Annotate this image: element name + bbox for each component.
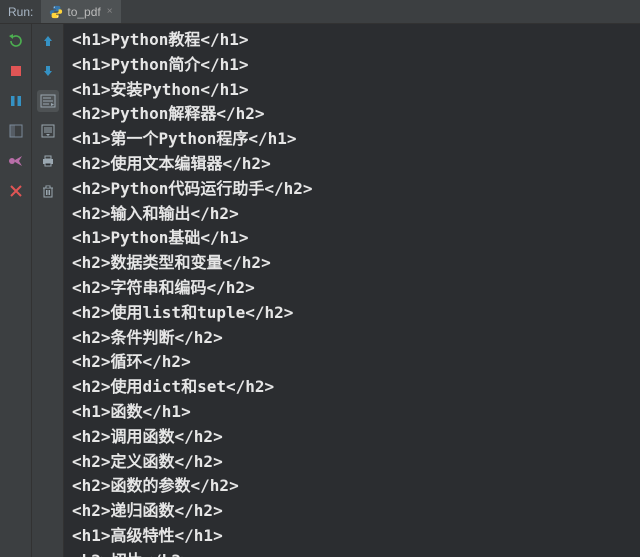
left-toolbar-1 (0, 24, 32, 557)
left-toolbar-2 (32, 24, 64, 557)
up-button[interactable] (37, 30, 59, 52)
console-output[interactable]: <h1>Python教程</h1><h1>Python简介</h1><h1>安装… (64, 24, 640, 557)
console-line: <h2>输入和输出</h2> (72, 202, 632, 227)
close-icon[interactable]: × (107, 6, 113, 17)
console-line: <h2>切片</h2> (72, 549, 632, 557)
attach-button[interactable] (5, 150, 27, 172)
python-file-icon (49, 5, 63, 19)
console-line: <h2>使用dict和set</h2> (72, 375, 632, 400)
tab-to-pdf[interactable]: to_pdf × (41, 0, 120, 23)
console-line: <h1>安装Python</h1> (72, 78, 632, 103)
layout-button[interactable] (5, 120, 27, 142)
down-button[interactable] (37, 60, 59, 82)
console-line: <h2>递归函数</h2> (72, 499, 632, 524)
console-line: <h2>调用函数</h2> (72, 425, 632, 450)
tab-bar: Run: to_pdf × (0, 0, 640, 24)
run-label: Run: (0, 5, 41, 19)
scroll-to-end-button[interactable] (37, 120, 59, 142)
console-line: <h2>Python解释器</h2> (72, 102, 632, 127)
tab-label: to_pdf (67, 5, 100, 19)
close-panel-button[interactable] (5, 180, 27, 202)
console-line: <h2>数据类型和变量</h2> (72, 251, 632, 276)
console-line: <h2>使用文本编辑器</h2> (72, 152, 632, 177)
stop-button[interactable] (5, 60, 27, 82)
console-line: <h1>Python教程</h1> (72, 28, 632, 53)
clear-all-button[interactable] (37, 180, 59, 202)
console-line: <h2>循环</h2> (72, 350, 632, 375)
console-line: <h2>Python代码运行助手</h2> (72, 177, 632, 202)
console-line: <h2>定义函数</h2> (72, 450, 632, 475)
console-line: <h1>高级特性</h1> (72, 524, 632, 549)
console-line: <h1>第一个Python程序</h1> (72, 127, 632, 152)
console-line: <h2>使用list和tuple</h2> (72, 301, 632, 326)
console-line: <h2>函数的参数</h2> (72, 474, 632, 499)
console-line: <h1>Python简介</h1> (72, 53, 632, 78)
console-line: <h1>函数</h1> (72, 400, 632, 425)
console-line: <h2>字符串和编码</h2> (72, 276, 632, 301)
soft-wrap-button[interactable] (37, 90, 59, 112)
print-button[interactable] (37, 150, 59, 172)
console-line: <h1>Python基础</h1> (72, 226, 632, 251)
console-line: <h2>条件判断</h2> (72, 326, 632, 351)
pause-button[interactable] (5, 90, 27, 112)
rerun-button[interactable] (5, 30, 27, 52)
